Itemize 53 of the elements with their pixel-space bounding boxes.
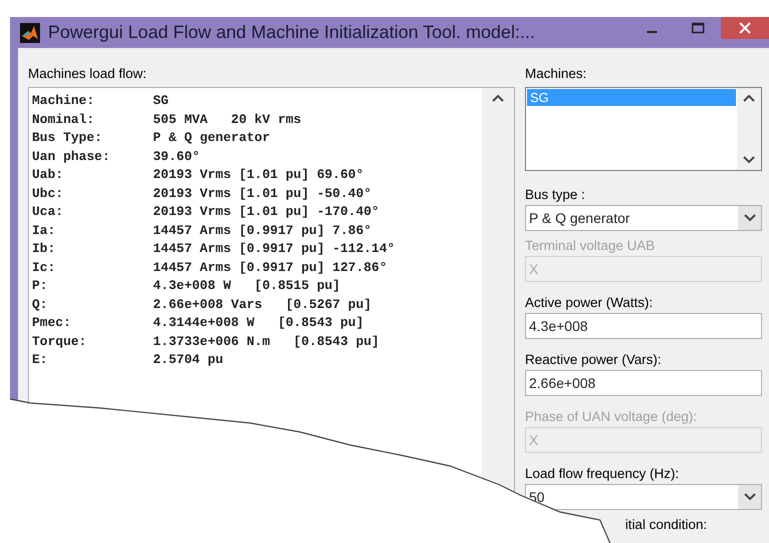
line-value: 14457 Arms [0.9917 pu] 127.86° [153, 258, 388, 276]
dropdown-caret-icon [744, 214, 756, 222]
line-label: E: [32, 351, 49, 369]
line-label: Pmec: [32, 314, 72, 332]
field-label: Active power (Watts): [525, 295, 654, 310]
panel-label: Machines load flow: [28, 66, 148, 81]
input-field[interactable]: 4.3e+008 [525, 313, 762, 339]
line-label: Torque: [32, 332, 88, 350]
line-label: P: [32, 277, 49, 295]
scroll-down-icon[interactable] [743, 156, 755, 164]
app-logo-icon [20, 22, 40, 42]
close-button[interactable] [721, 17, 769, 39]
line-label: Nominal: [32, 110, 96, 128]
input-field[interactable]: 2.66e+008 [525, 370, 762, 396]
line-value: 4.3e+008 W [0.8515 pu] [153, 277, 340, 295]
line-value: 1.3733e+006 N.m [0.8543 pu] [153, 332, 380, 350]
field-label: Reactive power (Vars): [525, 352, 662, 367]
dropdown[interactable]: P & Q generator [525, 205, 762, 231]
line-label: Q: [32, 296, 49, 314]
line-value: 20193 Vrms [1.01 pu] -50.40° [153, 184, 372, 202]
line-value: SG [153, 92, 169, 110]
minimize-icon [647, 31, 657, 33]
maximize-icon [691, 22, 705, 34]
field-label: Phase of UAN voltage (deg): [525, 409, 698, 424]
line-label: Uca: [32, 203, 64, 221]
line-value: 14457 Arms [0.9917 pu] -112.14° [153, 240, 395, 258]
line-value: 14457 Arms [0.9917 pu] 7.86° [153, 222, 372, 240]
line-label: Ubc: [32, 184, 64, 202]
scroll-up-icon[interactable] [743, 94, 755, 102]
line-label: Uan phase: [32, 148, 112, 166]
line-value: P & Q generator [153, 129, 270, 147]
line-value: 2.66e+008 Vars [0.5267 pu] [153, 296, 372, 314]
line-label: Uab: [32, 166, 64, 184]
line-value: 4.3144e+008 W [0.8543 pu] [153, 314, 364, 332]
close-icon [738, 21, 752, 35]
field-label: Load flow frequency (Hz): [525, 466, 680, 481]
line-value: 20193 Vrms [1.01 pu] -170.40° [153, 203, 380, 221]
line-label: Ia: [32, 222, 56, 240]
line-value: 2.5704 pu [153, 351, 224, 369]
window-title: Powergui Load Flow and Machine Initialization Tool. model:... [48, 21, 535, 44]
field-label: Terminal voltage UAB [525, 238, 656, 253]
line-label: Ic: [32, 258, 56, 276]
line-label: Machine: [32, 92, 96, 110]
line-label: Ib: [32, 240, 56, 258]
scroll-up-icon[interactable] [492, 94, 504, 102]
field-label: Bus type : [525, 187, 586, 202]
line-label: Bus Type: [32, 129, 104, 147]
field-label: itial condition: [624, 517, 708, 532]
machines-label: Machines: [525, 66, 588, 81]
dropdown-caret-icon [744, 493, 756, 501]
line-value: 20193 Vrms [1.01 pu] 69.60° [153, 166, 364, 184]
line-value: 39.60° [153, 148, 200, 166]
line-value: 505 MVA 20 kV rms [153, 110, 302, 128]
